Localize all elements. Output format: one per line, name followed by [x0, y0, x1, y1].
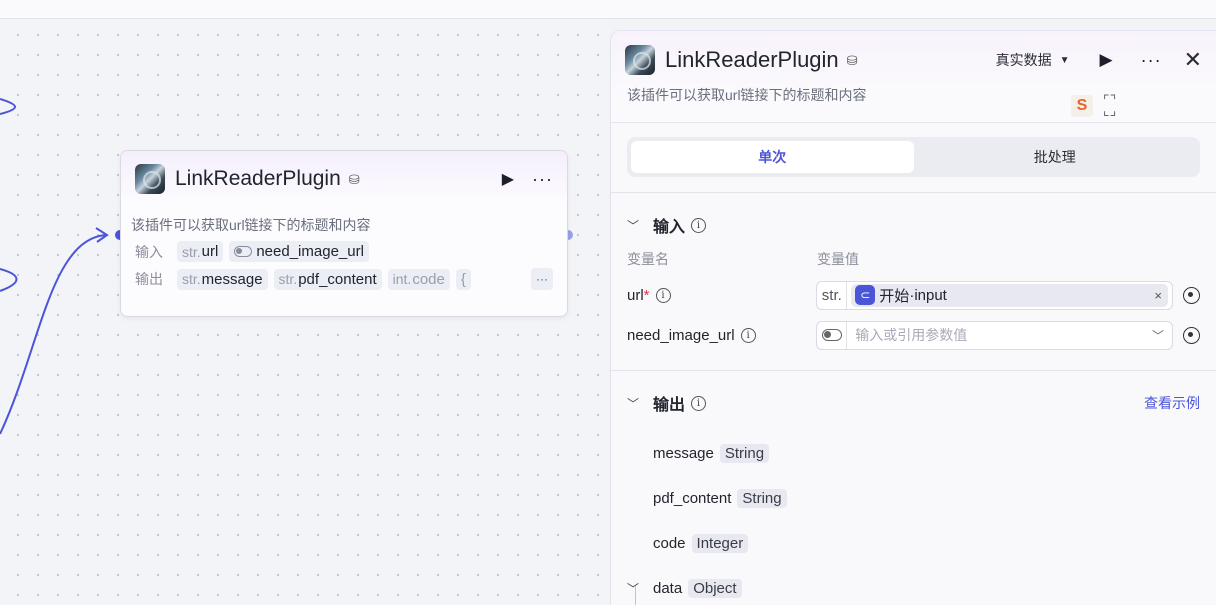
- tab-batch[interactable]: 批处理: [914, 141, 1197, 173]
- info-icon[interactable]: i: [691, 395, 707, 411]
- reference-pill[interactable]: ⊂ 开始 · input ×: [851, 283, 1168, 307]
- output-field-code: code Integer: [653, 521, 1216, 566]
- tab-single[interactable]: 单次: [631, 141, 914, 173]
- node-header: LinkReaderPlugin ⛁ ▶ ···: [121, 151, 567, 207]
- output-field-pdf-content: pdf_content String: [653, 476, 1216, 521]
- node-more-button[interactable]: ···: [532, 169, 553, 190]
- variable-target-icon[interactable]: [1183, 286, 1200, 304]
- top-toolbar: [0, 0, 1216, 19]
- toggle-icon: [234, 246, 253, 257]
- caret-down-icon: ▼: [1059, 54, 1070, 66]
- column-header-name: 变量名: [627, 251, 669, 267]
- info-icon[interactable]: i: [691, 217, 707, 233]
- param-name-url: url * i: [627, 287, 816, 304]
- node-output-label: 输出: [135, 271, 163, 287]
- type-chip: String: [737, 489, 787, 508]
- input-chip-url: str. url: [177, 241, 224, 262]
- node-output-row: 输出 str. message str. pdf_content int. code …: [121, 262, 567, 290]
- output-section-title: 输出: [653, 397, 686, 414]
- clear-reference-icon[interactable]: ×: [1154, 288, 1162, 303]
- need-image-url-input[interactable]: [847, 327, 1152, 343]
- required-marker: *: [643, 286, 650, 304]
- node-input-label: 输入: [135, 243, 163, 260]
- panel-plugin-avatar-icon: [625, 45, 655, 75]
- url-value-field[interactable]: str. ⊂ 开始 · input ×: [816, 280, 1173, 310]
- boolean-type-tag: [817, 321, 848, 349]
- run-mode-tabs: 单次 批处理: [627, 137, 1200, 177]
- panel-description: 该插件可以获取url链接下的标题和内容: [627, 87, 867, 103]
- output-chip-pdf-content: str. pdf_content: [273, 268, 382, 290]
- data-mode-dropdown[interactable]: 真实数据 ▼: [996, 50, 1070, 70]
- type-chip: Integer: [691, 534, 749, 553]
- need-image-url-value-field[interactable]: ﹀: [816, 320, 1173, 350]
- node-description: 该插件可以获取url链接下的标题和内容: [131, 217, 371, 233]
- output-section-header: ﹀ 输出 i 查看示例: [611, 371, 1216, 415]
- output-field-message: message String: [653, 431, 1216, 476]
- chevron-down-icon[interactable]: ﹀: [627, 580, 653, 597]
- panel-more-button[interactable]: ···: [1141, 50, 1162, 71]
- type-tag-str: str.: [817, 281, 848, 309]
- output-chip-code: int. code: [387, 268, 450, 290]
- node-title: LinkReaderPlugin: [175, 167, 341, 190]
- edge-curve-middle: [0, 268, 18, 292]
- param-row-url: url * i str. ⊂ 开始 · input ×: [611, 275, 1216, 315]
- input-section-title: 输入: [653, 219, 686, 236]
- type-chip: String: [719, 444, 770, 463]
- column-header-value: 变量值: [817, 251, 859, 267]
- type-chip: Object: [688, 579, 742, 598]
- more-outputs-button[interactable]: ···: [531, 268, 553, 290]
- toggle-icon: [821, 329, 842, 341]
- close-icon[interactable]: ✕: [1184, 47, 1202, 73]
- edge-to-node: [0, 234, 107, 435]
- panel-header: LinkReaderPlugin ⛁ 真实数据 ▼ ▶ ··· ✕ 该插件可以获取…: [611, 31, 1216, 123]
- output-chip-data: {: [455, 268, 471, 290]
- edge-curve-top: [0, 98, 16, 115]
- plugin-node[interactable]: LinkReaderPlugin ⛁ ▶ ··· 该插件可以获取url链接下的标…: [120, 150, 568, 317]
- plugin-avatar-icon: [135, 164, 165, 194]
- node-config-panel: LinkReaderPlugin ⛁ 真实数据 ▼ ▶ ··· ✕ 该插件可以获取…: [610, 30, 1216, 605]
- panel-title: LinkReaderPlugin: [665, 47, 839, 72]
- param-name-need-image-url: need_image_url i: [627, 327, 816, 344]
- variable-target-icon[interactable]: [1183, 326, 1200, 344]
- output-field-list: message String pdf_content String code I…: [611, 431, 1216, 605]
- chevron-down-icon[interactable]: ﹀: [627, 395, 653, 412]
- expand-bracket-icon[interactable]: ⌜⌝ ⌞⌟: [1103, 93, 1116, 117]
- info-icon[interactable]: i: [655, 287, 671, 303]
- chevron-down-icon[interactable]: ﹀: [627, 217, 653, 234]
- node-input-row: 输入 str. url need_image_url: [121, 235, 567, 262]
- param-row-need-image-url: need_image_urli ﹀: [611, 315, 1216, 355]
- start-node-icon: ⊂: [855, 285, 876, 305]
- info-icon[interactable]: i: [740, 327, 756, 343]
- panel-plugin-badge-icon: ⛁: [846, 53, 858, 68]
- panel-run-button[interactable]: ▶: [1100, 50, 1113, 70]
- chevron-down-icon[interactable]: ﹀: [1152, 327, 1164, 344]
- plugin-badge-icon: ⛁: [348, 172, 360, 187]
- input-chip-need-image-url: need_image_url: [229, 241, 369, 262]
- input-section-header: ﹀ 输入 i: [611, 193, 1216, 237]
- tree-connector-line: [635, 586, 636, 605]
- output-chip-message: str. message: [177, 268, 268, 290]
- floating-badge-icon[interactable]: S: [1071, 95, 1093, 117]
- node-run-button[interactable]: ▶: [502, 169, 514, 189]
- input-column-headers: 变量名 变量值: [611, 237, 1216, 269]
- output-field-data: ﹀ data Object: [627, 566, 1216, 605]
- view-example-link[interactable]: 查看示例: [1144, 393, 1200, 413]
